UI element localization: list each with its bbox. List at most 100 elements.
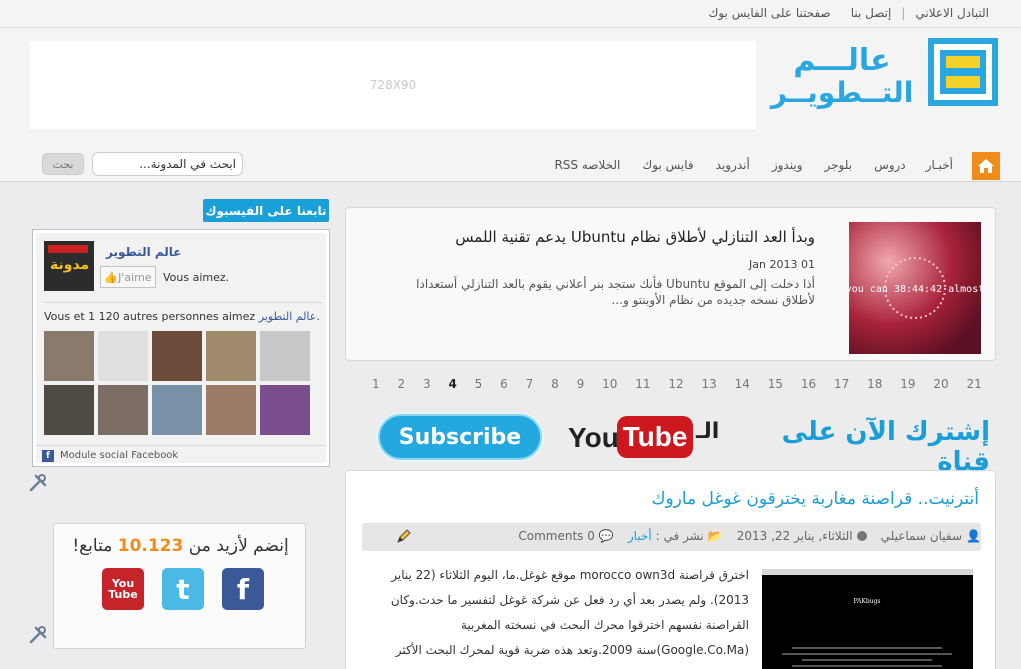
twitter-follow-button[interactable]: t: [162, 568, 204, 610]
top-link-separator: |: [901, 6, 906, 20]
fan-avatar[interactable]: [260, 331, 310, 381]
featured-post-image[interactable]: So close, you can 38:44:42 almost touch …: [849, 222, 981, 354]
facebook-like-box: عالم التطوير مدونة 👍 J'aime Vous aimez. …: [32, 229, 330, 467]
subscribe-button[interactable]: Subscribe: [378, 414, 542, 460]
nav-item-news[interactable]: أخبـار: [926, 158, 953, 172]
page-number[interactable]: 20: [933, 377, 948, 391]
page-number[interactable]: 9: [577, 377, 585, 391]
fan-avatar[interactable]: [152, 331, 202, 381]
facebook-page-name[interactable]: عالم التطوير: [106, 245, 182, 259]
page-number[interactable]: 21: [966, 377, 981, 391]
article-category: 📂 نشر في : أخبار: [628, 529, 723, 543]
facebook-icon: f: [236, 572, 250, 606]
logo-line2: التــطويــر: [769, 76, 914, 109]
article-meta-bar: 👤 سفيان سماعيلي الثلاثاء, يناير 22, 2013…: [362, 523, 981, 551]
fan-avatar[interactable]: [152, 385, 202, 435]
ad-banner[interactable]: 728X90: [30, 41, 756, 129]
nav-item-android[interactable]: أندرويد: [716, 158, 750, 172]
main-nav: بحث أخبـار دروس بلوجر ويندوز أندرويد فاي…: [0, 150, 1021, 182]
page-number[interactable]: 17: [834, 377, 849, 391]
top-link-facebook-page[interactable]: صفحتنا على الفايس بوك: [698, 6, 840, 20]
fan-avatar[interactable]: [260, 385, 310, 435]
page-number[interactable]: 18: [867, 377, 882, 391]
facebook-fan-count: Vous et 1 120 autres personnes aimez عال…: [44, 310, 320, 323]
fan-avatar[interactable]: [98, 385, 148, 435]
thumbs-up-icon: 👍: [104, 270, 119, 284]
page-number[interactable]: 12: [668, 377, 683, 391]
page-number[interactable]: 4: [448, 377, 456, 391]
widget-edit-icon[interactable]: [28, 625, 48, 645]
edit-pencil-icon[interactable]: [396, 528, 412, 544]
page-number[interactable]: 7: [526, 377, 534, 391]
facebook-page-thumbnail[interactable]: مدونة: [44, 241, 94, 291]
comments-count: 0 Comments: [518, 529, 595, 543]
youtube-logo-tube: Tube: [617, 416, 693, 458]
page-number[interactable]: 8: [551, 377, 559, 391]
page-number[interactable]: 3: [423, 377, 431, 391]
article-comments[interactable]: 💬 0 Comments: [518, 529, 613, 543]
facebook-box-footer: f Module social Facebook: [36, 445, 326, 465]
search-input[interactable]: [92, 152, 243, 176]
youtube-subscribe-banner[interactable]: Subscribe You Tube الـ إشترك الآن على قن…: [360, 404, 990, 477]
top-link-contact[interactable]: إتصل بنا: [841, 6, 902, 20]
search-button[interactable]: بحث: [42, 153, 84, 175]
youtube-logo-you: You: [568, 422, 619, 453]
nav-item-blogger[interactable]: بلوجر: [825, 158, 853, 172]
ubuntu-countdown-graphic: So close, you can 38:44:42 almost touch …: [849, 222, 981, 354]
site-logo[interactable]: عالـــم التــطويــر: [760, 36, 1000, 112]
follower-count: 10.123: [117, 536, 184, 556]
follow-prefix: إنضم لأزيد من: [188, 536, 289, 556]
fan-avatar[interactable]: [44, 385, 94, 435]
top-links: التبادل الاعلاني | إتصل بنا صفحتنا على ا…: [698, 6, 999, 20]
home-button[interactable]: [972, 152, 1000, 180]
article-author[interactable]: 👤 سفيان سماعيلي: [881, 529, 981, 543]
facebook-fan-faces: [44, 331, 314, 435]
youtube-follow-button[interactable]: You Tube: [102, 568, 144, 610]
follow-suffix: متابع!: [72, 536, 113, 556]
facebook-vous-aimez: Vous aimez.: [163, 271, 230, 284]
fan-avatar[interactable]: [206, 385, 256, 435]
slider-pagination: 1 2 3 4 5 6 7 8 9 10 11 12 13 14 15 16 17 18 19 20 21: [372, 377, 982, 391]
twitter-icon: t: [176, 572, 190, 606]
page-number[interactable]: 16: [801, 377, 816, 391]
fan-count-page-link[interactable]: عالم التطوير: [259, 310, 317, 323]
fan-count-prefix: Vous et 1 120 autres personnes aimez: [44, 310, 256, 323]
article-title[interactable]: أنترنيت.. قراصنة مغاربة يخترقون غوغل مار…: [651, 489, 979, 509]
nav-item-rss[interactable]: الخلاصه RSS: [554, 158, 620, 172]
featured-post-title[interactable]: وبدأ العد التنازلي لأطلاق نظام Ubuntu يد…: [455, 228, 815, 246]
fan-avatar[interactable]: [206, 331, 256, 381]
author-name: سفيان سماعيلي: [880, 529, 963, 543]
page-number[interactable]: 11: [635, 377, 650, 391]
widget-edit-icon[interactable]: [28, 473, 48, 493]
page-number[interactable]: 2: [397, 377, 405, 391]
page-number[interactable]: 1: [372, 377, 380, 391]
article-image[interactable]: PAKbugs: [762, 569, 973, 669]
facebook-follow-button[interactable]: f: [222, 568, 264, 610]
page-number[interactable]: 14: [735, 377, 750, 391]
nav-item-windows[interactable]: ويندوز: [772, 158, 803, 172]
top-link-ads-exchange[interactable]: التبادل الاعلاني: [905, 6, 999, 20]
thumbnail-text: مدونة: [50, 257, 90, 273]
ad-banner-label: 728X90: [369, 78, 417, 92]
article-body: اخترق قراصنة morocco own3d موقع غوغل.ما،…: [390, 568, 749, 657]
page-number[interactable]: 15: [768, 377, 783, 391]
header: 728X90 عالـــم التــطويــر: [0, 28, 1021, 150]
hacked-page-screenshot: PAKbugs: [762, 569, 973, 669]
divider: [44, 302, 322, 303]
thumbnail-banner: [48, 245, 88, 253]
screenshot-heading: PAKbugs: [854, 598, 881, 605]
page-number[interactable]: 13: [701, 377, 716, 391]
fan-avatar[interactable]: [44, 331, 94, 381]
fan-avatar[interactable]: [98, 331, 148, 381]
nav-item-facebook[interactable]: فايس بوك: [642, 158, 693, 172]
nav-item-lessons[interactable]: دروس: [874, 158, 906, 172]
page-number[interactable]: 10: [602, 377, 617, 391]
site-logo-graphic: عالـــم التــطويــر: [769, 38, 998, 109]
category-link[interactable]: أخبار: [628, 529, 652, 543]
top-bar: التبادل الاعلاني | إتصل بنا صفحتنا على ا…: [0, 0, 1021, 28]
logo-line1: عالـــم: [793, 43, 890, 78]
page-number[interactable]: 19: [900, 377, 915, 391]
facebook-like-button[interactable]: 👍 J'aime: [100, 266, 156, 288]
page-number[interactable]: 5: [475, 377, 483, 391]
page-number[interactable]: 6: [500, 377, 508, 391]
